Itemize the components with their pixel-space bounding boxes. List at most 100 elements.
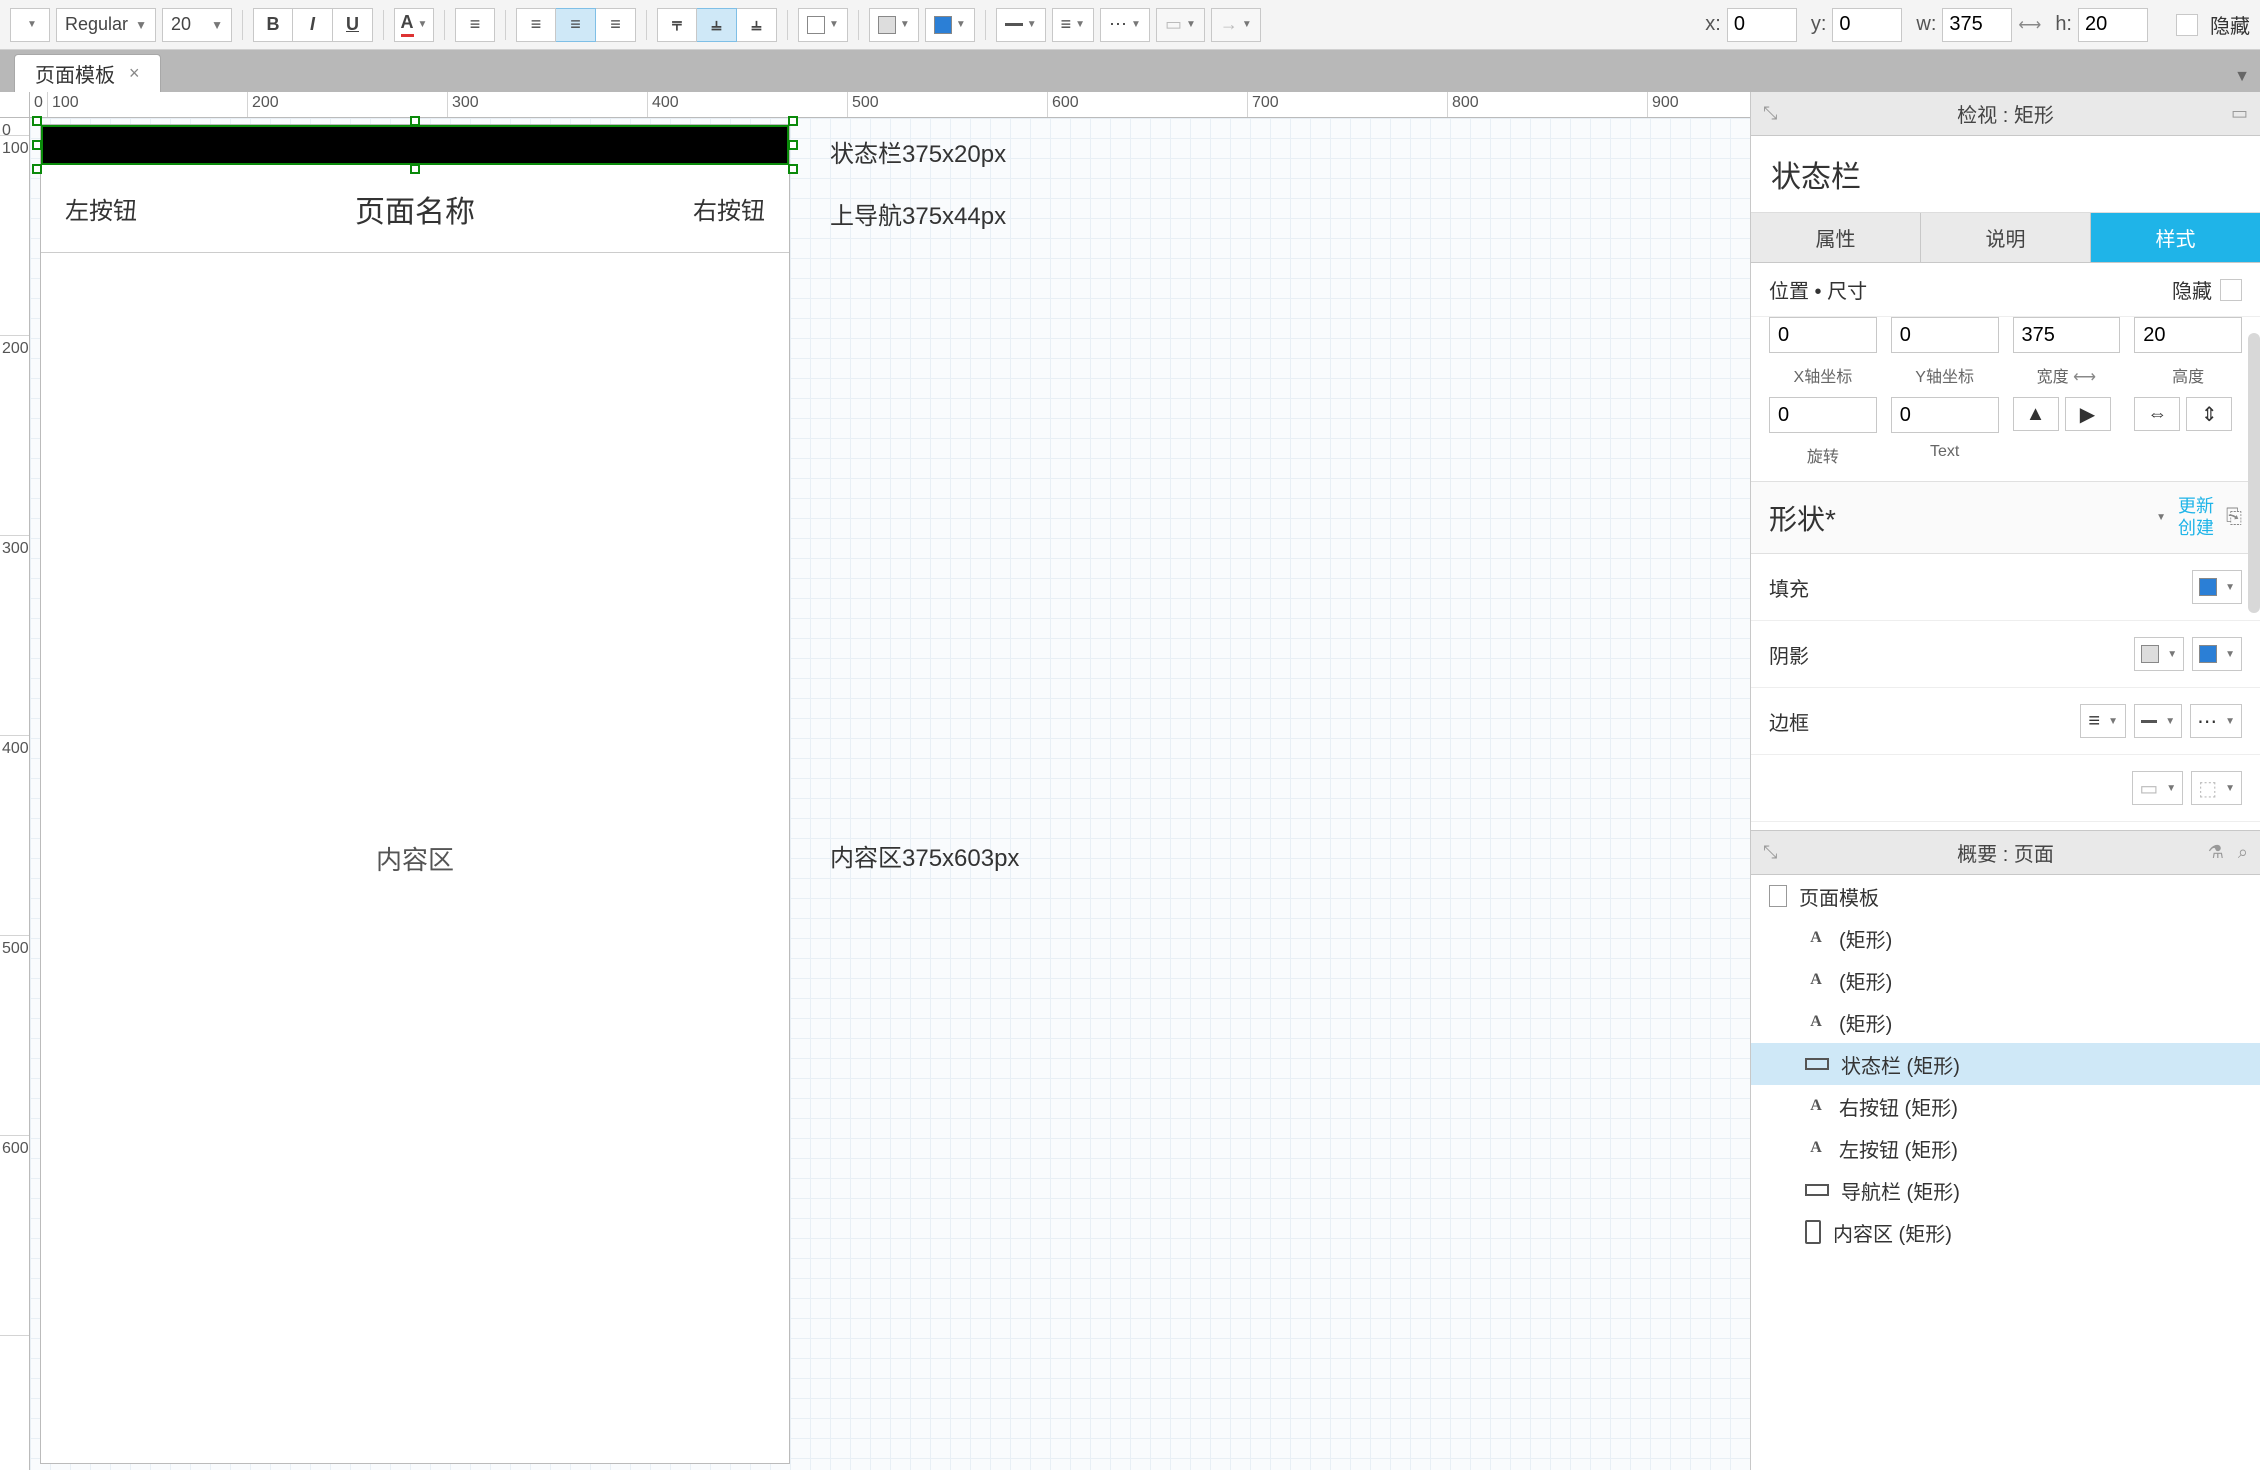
ruler-tick: 800 xyxy=(1448,92,1648,117)
shape-copy-icon[interactable]: ⎘ xyxy=(2226,506,2242,529)
align-center-button[interactable]: ≡ xyxy=(556,8,596,42)
artboard[interactable]: 左按钮 页面名称 右按钮 内容区 xyxy=(40,124,790,1464)
fill-color-button[interactable]: ▼ xyxy=(798,8,848,42)
nav-bar-widget[interactable]: 左按钮 页面名称 右按钮 xyxy=(41,165,789,253)
shadow-outer-picker[interactable]: ▼ xyxy=(2134,637,2184,671)
w-field[interactable] xyxy=(2013,317,2121,353)
text-rotation-field[interactable] xyxy=(1891,397,1999,433)
fit-height-button[interactable]: ⇕ xyxy=(2186,397,2232,431)
border-side-picker: ▭▼ xyxy=(2132,771,2183,805)
font-weight-select[interactable]: Regular▼ xyxy=(56,8,156,42)
w-input[interactable] xyxy=(1942,8,2012,42)
fill-label: 填充 xyxy=(1769,573,1809,602)
outline-item-label: 导航栏 (矩形) xyxy=(1841,1176,1960,1205)
border-color-button[interactable]: ▼ xyxy=(996,8,1046,42)
h-label: h: xyxy=(2055,13,2072,36)
outline-item[interactable]: A左按钮 (矩形) xyxy=(1751,1127,2260,1169)
horizontal-ruler: 01002003004005006007008009001000 xyxy=(30,92,1750,118)
nav-left-button[interactable]: 左按钮 xyxy=(65,191,137,226)
underline-button[interactable]: U xyxy=(333,8,373,42)
close-tab-icon[interactable]: × xyxy=(129,63,140,84)
nav-right-button[interactable]: 右按钮 xyxy=(693,191,765,226)
lock-aspect-icon[interactable]: ⟷ xyxy=(2018,15,2041,35)
border-width-button[interactable]: ≡▼ xyxy=(1052,8,1094,42)
bullets-button[interactable]: ≡ xyxy=(455,8,495,42)
tab-dropdown-icon[interactable]: ▼ xyxy=(2234,68,2250,86)
font-size-select[interactable]: 20▼ xyxy=(162,8,232,42)
ruler-tick: 700 xyxy=(1248,92,1448,117)
outline-item[interactable]: 导航栏 (矩形) xyxy=(1751,1169,2260,1211)
border-color-picker[interactable]: ▼ xyxy=(2134,704,2182,738)
font-family-dropdown[interactable]: ▼ xyxy=(10,8,50,42)
hide-checkbox-inspector[interactable] xyxy=(2220,279,2242,301)
border-width-picker[interactable]: ≡▼ xyxy=(2080,704,2126,738)
tab-notes[interactable]: 说明 xyxy=(1921,213,2091,262)
shadow-inner-picker[interactable]: ▼ xyxy=(2192,637,2242,671)
x-input[interactable] xyxy=(1727,8,1797,42)
position-size-label: 位置 • 尺寸 xyxy=(1769,275,1867,304)
align-right-button[interactable]: ≡ xyxy=(596,8,636,42)
shadow-label: 阴影 xyxy=(1769,640,1809,669)
outline-item[interactable]: A右按钮 (矩形) xyxy=(1751,1085,2260,1127)
outline-item-label: 状态栏 (矩形) xyxy=(1841,1050,1960,1079)
valign-middle-button[interactable]: ⫨ xyxy=(697,8,737,42)
h-input[interactable] xyxy=(2078,8,2148,42)
inspector-collapse-icon[interactable]: ⤡ xyxy=(1763,103,1777,124)
inspector-scrollbar[interactable] xyxy=(2248,333,2260,613)
ruler-tick: 0 xyxy=(0,118,29,136)
inspector-object-name[interactable]: 状态栏 xyxy=(1751,136,2260,213)
border-style-picker[interactable]: ⋯▼ xyxy=(2190,704,2242,738)
y-input[interactable] xyxy=(1832,8,1902,42)
page-tab[interactable]: 页面模板 × xyxy=(14,54,161,92)
h-field[interactable] xyxy=(2134,317,2242,353)
x-field[interactable] xyxy=(1769,317,1877,353)
canvas-area[interactable]: 01002003004005006007008009001000 0100200… xyxy=(0,92,1750,1470)
text-icon: A xyxy=(1805,969,1827,991)
flip-h-button[interactable]: ▲ xyxy=(2013,397,2059,431)
outline-filter-icon[interactable]: ⚗ xyxy=(2208,842,2224,863)
tab-style[interactable]: 样式 xyxy=(2091,213,2260,262)
ruler-tick: 300 xyxy=(0,536,29,736)
outline-search-icon[interactable]: ⌕ xyxy=(2238,842,2248,863)
outline-item[interactable]: 页面模板 xyxy=(1751,875,2260,917)
lock-size-icon[interactable]: ⟷ xyxy=(2073,369,2096,386)
shadow-outer-button[interactable]: ▼ xyxy=(869,8,919,42)
italic-button[interactable]: I xyxy=(293,8,333,42)
outline-item[interactable]: A(矩形) xyxy=(1751,959,2260,1001)
outline-item[interactable]: A(矩形) xyxy=(1751,917,2260,959)
shape-create-link[interactable]: 创建 xyxy=(2178,518,2214,540)
align-left-button[interactable]: ≡ xyxy=(516,8,556,42)
outline-item[interactable]: 内容区 (矩形) xyxy=(1751,1211,2260,1253)
rotation-field[interactable] xyxy=(1769,397,1877,433)
status-bar-widget[interactable] xyxy=(41,125,789,165)
shadow-inner-button[interactable]: ▼ xyxy=(925,8,975,42)
outline-collapse-icon[interactable]: ⤡ xyxy=(1763,842,1777,863)
ruler-tick: 0 xyxy=(30,92,48,117)
outline-item[interactable]: A(矩形) xyxy=(1751,1001,2260,1043)
y-field[interactable] xyxy=(1891,317,1999,353)
text-color-button[interactable]: A▼ xyxy=(394,8,434,42)
fit-width-button[interactable]: ⇔ xyxy=(2134,397,2180,431)
nav-title[interactable]: 页面名称 xyxy=(355,187,475,231)
width-label: 宽度 ⟷ xyxy=(2013,363,2121,387)
shape-style-dropdown[interactable]: ▼ xyxy=(2156,512,2166,523)
text-icon: A xyxy=(1805,1095,1827,1117)
inspector-notes-icon[interactable]: ▭ xyxy=(2231,103,2248,124)
fill-color-picker[interactable]: ▼ xyxy=(2192,570,2242,604)
tab-bar: 页面模板 × ▼ xyxy=(0,50,2260,92)
navbar-annotation: 上导航375x44px xyxy=(830,196,1006,231)
valign-top-button[interactable]: ⫧ xyxy=(657,8,697,42)
tab-properties[interactable]: 属性 xyxy=(1751,213,1921,262)
shape-update-link[interactable]: 更新 xyxy=(2178,496,2214,518)
content-area-widget[interactable]: 内容区 xyxy=(41,253,789,1463)
ruler-tick: 100 xyxy=(0,136,29,336)
border-style-button[interactable]: ⋯▼ xyxy=(1100,8,1150,42)
top-toolbar: ▼ Regular▼ 20▼ B I U A▼ ≡ ≡ ≡ ≡ ⫧ ⫨ ⫨ ▼ … xyxy=(0,0,2260,50)
border-side-button: ▭▼ xyxy=(1156,8,1205,42)
valign-bottom-button[interactable]: ⫨ xyxy=(737,8,777,42)
bold-button[interactable]: B xyxy=(253,8,293,42)
flip-v-button[interactable]: ▶ xyxy=(2065,397,2111,431)
hide-checkbox[interactable] xyxy=(2176,14,2198,36)
border-label: 边框 xyxy=(1769,707,1809,736)
outline-item[interactable]: 状态栏 (矩形) xyxy=(1751,1043,2260,1085)
